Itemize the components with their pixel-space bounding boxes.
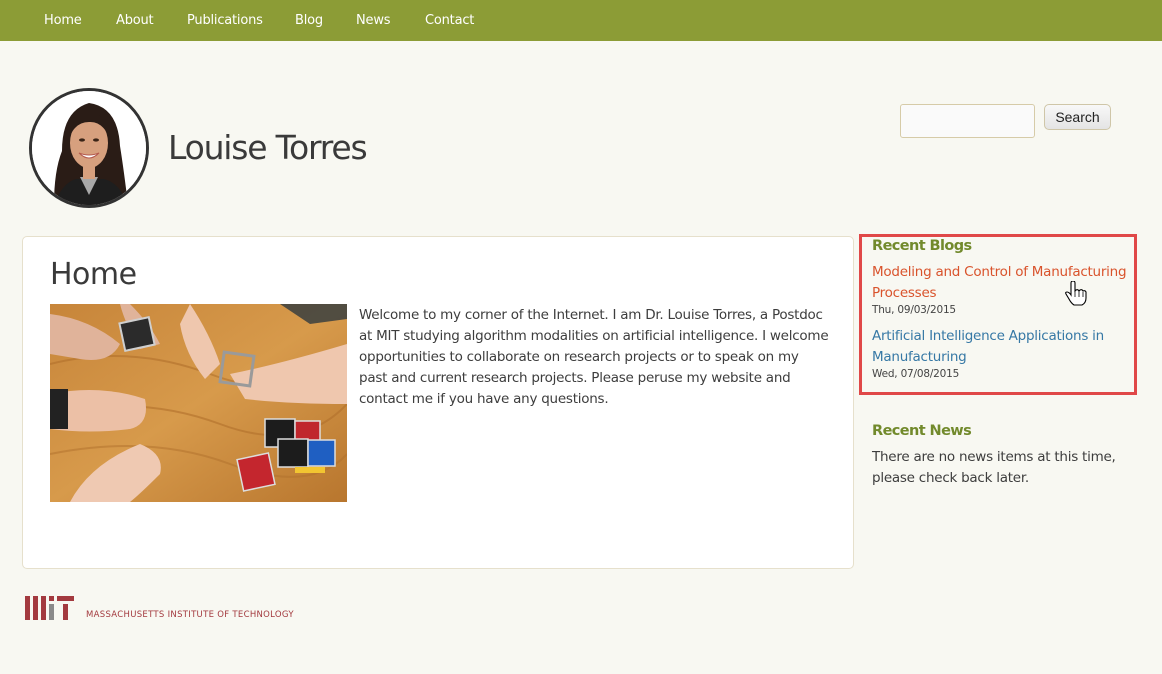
portrait-image [32, 91, 146, 205]
nav-item-publications[interactable]: Publications [187, 13, 263, 28]
blog-link[interactable]: Artificial Intelligence Applications in … [872, 326, 1137, 368]
nav-item-home[interactable]: Home [44, 13, 82, 28]
mit-wordmark: MASSACHUSETTS INSTITUTE OF TECHNOLOGY [86, 610, 294, 620]
blog-date: Wed, 07/08/2015 [872, 368, 960, 380]
nav-item-blog[interactable]: Blog [295, 13, 323, 28]
news-empty-message: There are no news items at this time, pl… [872, 449, 1116, 486]
recent-blogs-title: Recent Blogs [872, 238, 972, 254]
recent-news-block: Recent News There are no news items at t… [872, 423, 1137, 489]
search-button[interactable]: Search [1044, 104, 1111, 130]
top-navigation: Home About Publications Blog News Contac… [0, 0, 1162, 41]
mit-logo[interactable]: MASSACHUSETTS INSTITUTE OF TECHNOLOGY [25, 596, 294, 621]
mit-logo-icon [25, 596, 74, 620]
blog-link[interactable]: Modeling and Control of Manufacturing Pr… [872, 262, 1137, 304]
hero-image [50, 304, 347, 502]
blog-date: Thu, 09/03/2015 [872, 304, 956, 316]
site-name[interactable]: Louise Torres [168, 128, 368, 167]
main-content: Home Welcome to my corner of the Interne… [22, 236, 854, 569]
robot-cubes-photo [50, 304, 347, 502]
page-title: Home [50, 257, 137, 292]
nav-item-contact[interactable]: Contact [425, 13, 474, 28]
search-input[interactable] [900, 104, 1035, 138]
nav-item-news[interactable]: News [356, 13, 391, 28]
intro-paragraph: Welcome to my corner of the Internet. I … [359, 307, 829, 407]
nav-item-about[interactable]: About [116, 13, 154, 28]
recent-news-title: Recent News [872, 423, 972, 439]
recent-blogs-block: Recent Blogs Modeling and Control of Man… [872, 238, 1137, 390]
profile-avatar[interactable] [29, 88, 149, 208]
